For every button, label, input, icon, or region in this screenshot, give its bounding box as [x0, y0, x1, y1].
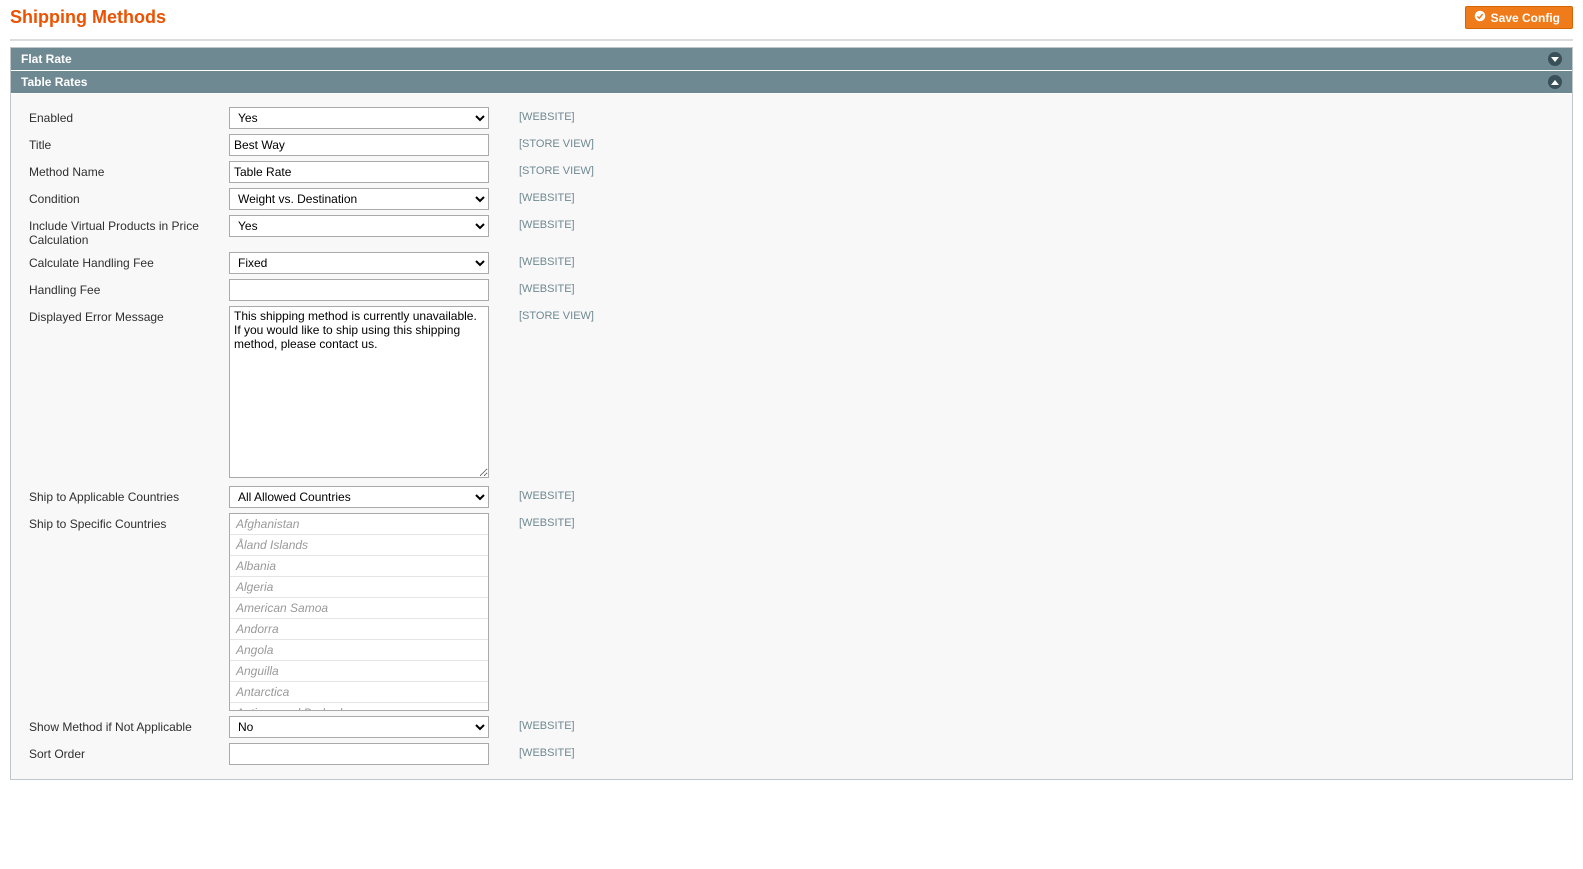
scope-show-method: [WEBSITE] [489, 716, 575, 732]
row-include-virtual: Include Virtual Products in Price Calcul… [11, 210, 1572, 247]
multiselect-ship-specific[interactable]: AfghanistanÅland IslandsAlbaniaAlgeriaAm… [229, 513, 489, 711]
country-option[interactable]: Antigua and Barbuda [230, 703, 488, 711]
row-handling-fee: Handling Fee [WEBSITE] [11, 274, 1572, 301]
row-ship-specific: Ship to Specific Countries AfghanistanÅl… [11, 508, 1572, 711]
label-handling-calc: Calculate Handling Fee [29, 252, 229, 270]
scope-condition: [WEBSITE] [489, 188, 575, 204]
label-enabled: Enabled [29, 107, 229, 125]
textarea-error-message[interactable] [229, 306, 489, 478]
country-option[interactable]: American Samoa [230, 598, 488, 619]
scope-sort-order: [WEBSITE] [489, 743, 575, 759]
input-method-name[interactable] [229, 161, 489, 183]
chevron-down-icon [1548, 52, 1562, 66]
country-option[interactable]: Angola [230, 640, 488, 661]
scope-ship-specific: [WEBSITE] [489, 513, 575, 529]
select-include-virtual[interactable]: YesNo [229, 215, 489, 237]
row-title: Title [STORE VIEW] [11, 129, 1572, 156]
select-condition[interactable]: Weight vs. DestinationPrice vs. Destinat… [229, 188, 489, 210]
country-option[interactable]: Afghanistan [230, 514, 488, 535]
select-ship-applicable[interactable]: All Allowed CountriesSpecific Countries [229, 486, 489, 508]
page-header: Shipping Methods Save Config [10, 0, 1573, 41]
row-error-message: Displayed Error Message [STORE VIEW] [11, 301, 1572, 481]
country-option[interactable]: Albania [230, 556, 488, 577]
row-enabled: Enabled YesNo [WEBSITE] [11, 102, 1572, 129]
section-table-rates-body: Enabled YesNo [WEBSITE] Title [STORE VIE… [11, 94, 1572, 765]
scope-handling-calc: [WEBSITE] [489, 252, 575, 268]
label-ship-specific: Ship to Specific Countries [29, 513, 229, 531]
input-title[interactable] [229, 134, 489, 156]
country-option[interactable]: Antarctica [230, 682, 488, 703]
select-show-method[interactable]: YesNo [229, 716, 489, 738]
row-handling-calc: Calculate Handling Fee FixedPercent [WEB… [11, 247, 1572, 274]
select-handling-calc[interactable]: FixedPercent [229, 252, 489, 274]
label-error-message: Displayed Error Message [29, 306, 229, 324]
input-sort-order[interactable] [229, 743, 489, 765]
label-show-method: Show Method if Not Applicable [29, 716, 229, 734]
row-condition: Condition Weight vs. DestinationPrice vs… [11, 183, 1572, 210]
scope-enabled: [WEBSITE] [489, 107, 575, 123]
country-option[interactable]: Algeria [230, 577, 488, 598]
save-config-label: Save Config [1491, 11, 1560, 25]
scope-error-message: [STORE VIEW] [489, 306, 594, 322]
row-sort-order: Sort Order [WEBSITE] [11, 738, 1572, 765]
chevron-up-icon [1548, 75, 1562, 89]
section-table-rates-title: Table Rates [21, 75, 87, 89]
section-flat-rate-title: Flat Rate [21, 52, 72, 66]
label-condition: Condition [29, 188, 229, 206]
label-method-name: Method Name [29, 161, 229, 179]
scope-title: [STORE VIEW] [489, 134, 594, 150]
row-method-name: Method Name [STORE VIEW] [11, 156, 1572, 183]
check-icon [1474, 10, 1486, 25]
label-include-virtual: Include Virtual Products in Price Calcul… [29, 215, 229, 247]
label-sort-order: Sort Order [29, 743, 229, 761]
scope-include-virtual: [WEBSITE] [489, 215, 575, 231]
save-config-button[interactable]: Save Config [1465, 6, 1573, 29]
country-option[interactable]: Anguilla [230, 661, 488, 682]
label-handling-fee: Handling Fee [29, 279, 229, 297]
config-panel: Flat Rate Table Rates Enabled YesNo [WEB… [10, 47, 1573, 780]
select-enabled[interactable]: YesNo [229, 107, 489, 129]
scope-handling-fee: [WEBSITE] [489, 279, 575, 295]
country-option[interactable]: Åland Islands [230, 535, 488, 556]
country-option[interactable]: Andorra [230, 619, 488, 640]
input-handling-fee[interactable] [229, 279, 489, 301]
scope-ship-applicable: [WEBSITE] [489, 486, 575, 502]
scope-method-name: [STORE VIEW] [489, 161, 594, 177]
section-flat-rate-header[interactable]: Flat Rate [11, 48, 1572, 71]
page-title: Shipping Methods [10, 7, 166, 28]
row-ship-applicable: Ship to Applicable Countries All Allowed… [11, 481, 1572, 508]
label-title: Title [29, 134, 229, 152]
section-table-rates-header[interactable]: Table Rates [11, 71, 1572, 94]
row-show-method: Show Method if Not Applicable YesNo [WEB… [11, 711, 1572, 738]
label-ship-applicable: Ship to Applicable Countries [29, 486, 229, 504]
